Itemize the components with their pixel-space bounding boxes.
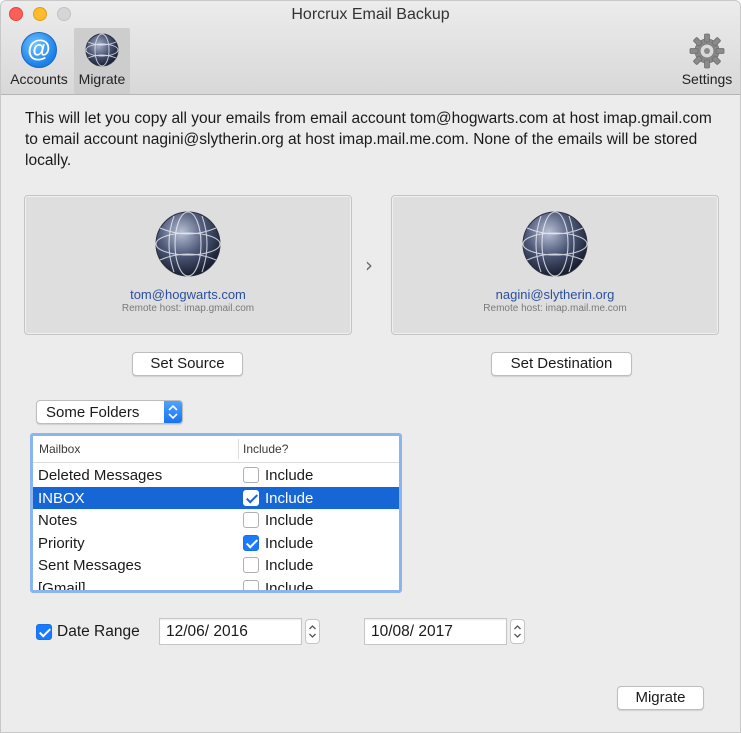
stepper-arrows-icon [309, 625, 316, 638]
include-label: Include [265, 557, 314, 574]
include-checkbox[interactable] [243, 467, 259, 483]
source-host: Remote host: imap.gmail.com [121, 303, 255, 314]
mailbox-name: [Gmail] [38, 579, 86, 593]
toolbar-accounts[interactable]: @ Accounts [5, 28, 73, 94]
table-row[interactable]: Priority Include [33, 532, 399, 555]
include-checkbox[interactable] [243, 489, 259, 506]
date-range-label: Date Range [57, 623, 140, 640]
mailbox-name: Priority [38, 534, 85, 552]
globe-icon [522, 211, 588, 277]
set-source-button[interactable]: Set Source [132, 352, 243, 376]
globe-icon [85, 33, 119, 67]
folder-filter-value: Some Folders [46, 404, 140, 421]
table-row[interactable]: Deleted Messages Include [33, 464, 399, 487]
destination-email: nagini@slytherin.org [495, 287, 615, 302]
end-date-stepper[interactable] [510, 619, 525, 644]
start-date-stepper[interactable] [305, 619, 320, 644]
migrate-button[interactable]: Migrate [617, 686, 704, 710]
table-row[interactable]: Notes Include [33, 509, 399, 532]
toolbar-migrate-label: Migrate [78, 71, 126, 87]
toolbar-migrate[interactable]: Migrate [74, 28, 130, 94]
include-label: Include [265, 512, 314, 529]
toolbar-accounts-label: Accounts [10, 71, 68, 87]
mailbox-name: INBOX [38, 489, 85, 507]
mailbox-table[interactable]: Mailbox Include? Deleted Messages Include… [30, 433, 402, 593]
include-checkbox[interactable] [243, 557, 259, 573]
migration-description: This will let you copy all your emails f… [25, 110, 712, 169]
include-checkbox[interactable] [243, 579, 259, 590]
mailbox-name: Sent Messages [38, 557, 142, 574]
mailbox-name: Deleted Messages [38, 467, 163, 484]
include-label: Include [265, 467, 314, 484]
source-email: tom@hogwarts.com [130, 287, 246, 302]
column-header-mailbox[interactable]: Mailbox [39, 442, 80, 456]
table-header: Mailbox Include? [33, 436, 399, 463]
include-label: Include [265, 534, 314, 552]
table-row[interactable]: INBOX Include [33, 486, 399, 509]
destination-account-card: nagini@slytherin.org Remote host: imap.m… [391, 195, 719, 335]
table-row[interactable]: [Gmail] Include [33, 577, 399, 593]
globe-icon [155, 211, 221, 277]
mailbox-name: Notes [38, 512, 78, 529]
stepper-arrows-icon [514, 625, 521, 638]
source-account-card: tom@hogwarts.com Remote host: imap.gmail… [24, 195, 352, 335]
window-title: Horcrux Email Backup [291, 6, 450, 23]
table-row[interactable]: Sent Messages Include [33, 554, 399, 577]
include-label: Include [265, 489, 314, 507]
folder-filter-popup[interactable]: Some Folders [36, 400, 183, 424]
title-toolbar: Horcrux Email Backup @ Accounts Migrate … [1, 1, 740, 95]
toolbar-settings[interactable]: Settings [673, 28, 740, 94]
app-window: Horcrux Email Backup @ Accounts Migrate … [0, 0, 741, 733]
include-checkbox[interactable] [243, 512, 259, 528]
gear-icon [689, 33, 725, 69]
end-date-field[interactable]: 10/08/ 2017 [364, 618, 507, 645]
date-range-checkbox[interactable] [36, 624, 52, 640]
at-sign-icon: @ [21, 32, 57, 68]
set-destination-button[interactable]: Set Destination [491, 352, 632, 376]
include-label: Include [265, 579, 314, 593]
column-divider [238, 439, 239, 459]
column-header-include[interactable]: Include? [243, 442, 288, 456]
destination-host: Remote host: imap.mail.me.com [483, 303, 627, 314]
chevron-right-icon: › [365, 253, 373, 277]
include-checkbox[interactable] [243, 534, 259, 551]
start-date-field[interactable]: 12/06/ 2016 [159, 618, 302, 645]
popup-arrows-icon [164, 401, 182, 423]
toolbar-settings-label: Settings [681, 71, 733, 87]
